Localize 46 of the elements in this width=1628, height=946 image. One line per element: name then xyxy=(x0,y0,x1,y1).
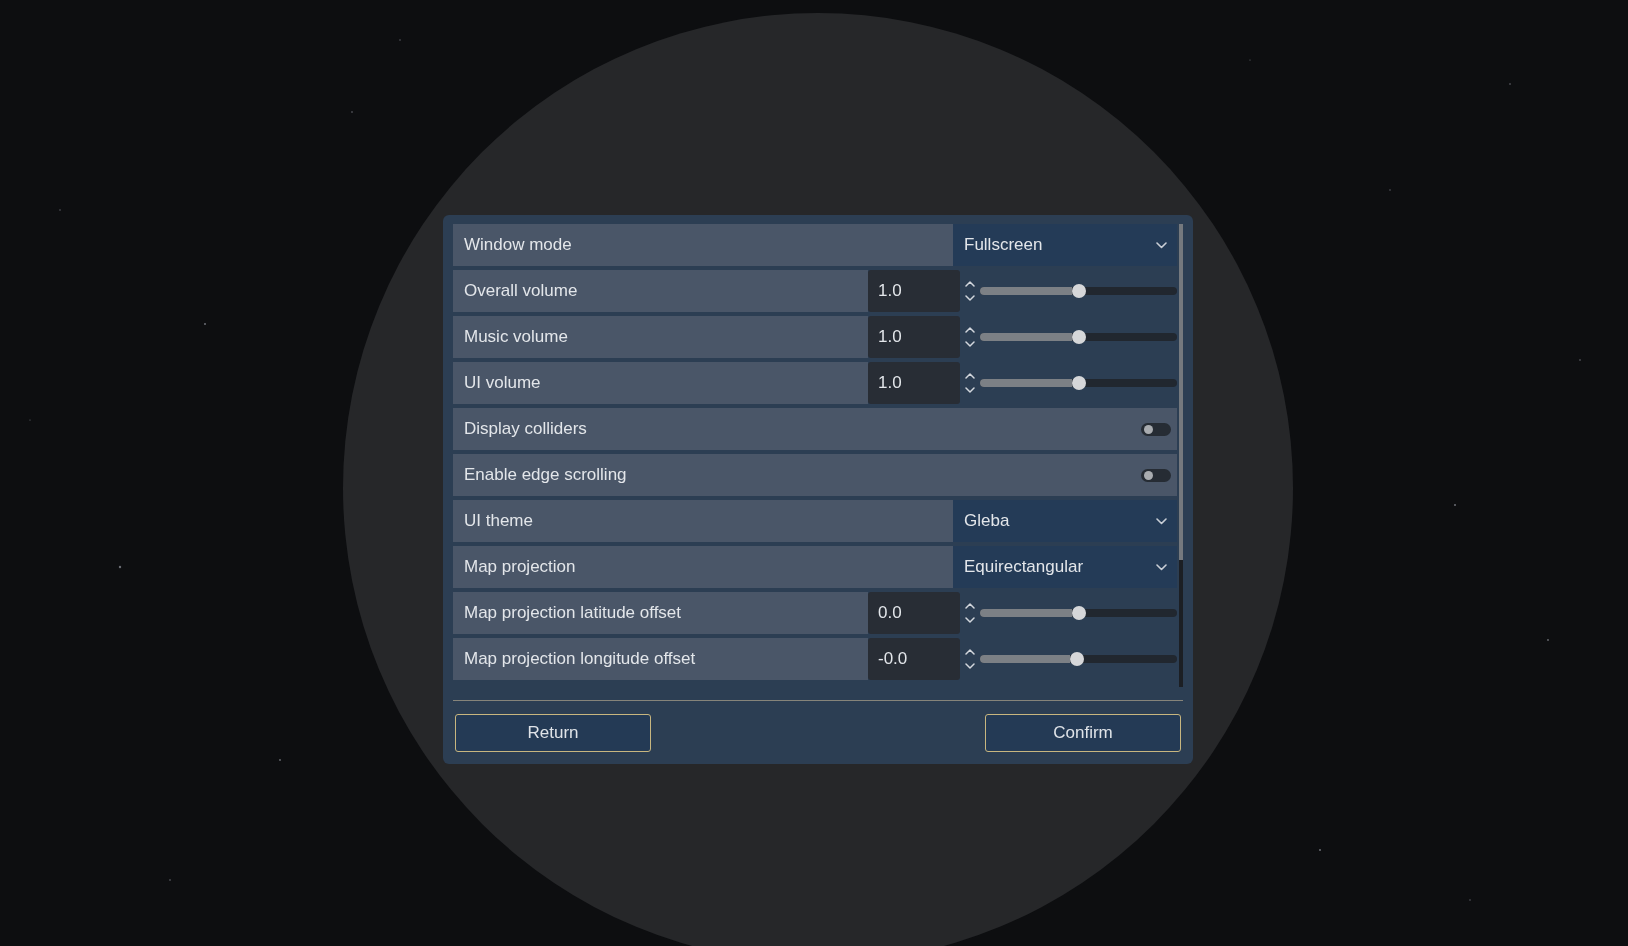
caret-up-icon[interactable] xyxy=(965,649,975,655)
setting-label: UI theme xyxy=(453,500,953,542)
slider-track[interactable] xyxy=(980,379,1177,387)
scrollbar[interactable] xyxy=(1179,224,1183,687)
caret-down-icon[interactable] xyxy=(965,341,975,347)
toggle-switch[interactable] xyxy=(1141,422,1171,436)
slider-thumb[interactable] xyxy=(1071,606,1086,620)
slider-track[interactable] xyxy=(980,655,1177,663)
caret-up-icon[interactable] xyxy=(965,327,975,333)
setting-label: Map projection xyxy=(453,546,953,588)
slider-thumb[interactable] xyxy=(1071,284,1086,298)
chevron-down-icon xyxy=(1156,563,1167,571)
caret-down-icon[interactable] xyxy=(965,663,975,669)
caret-down-icon[interactable] xyxy=(965,617,975,623)
chevron-down-icon xyxy=(1156,517,1167,525)
number-field[interactable]: 1.0 xyxy=(868,316,960,358)
number-field[interactable]: -0.0 xyxy=(868,638,960,680)
chevron-down-icon xyxy=(1156,241,1167,249)
dropdown[interactable]: Gleba xyxy=(953,500,1177,542)
slider-thumb[interactable] xyxy=(1071,330,1086,344)
slider-thumb[interactable] xyxy=(1069,652,1084,666)
caret-up-icon[interactable] xyxy=(965,373,975,379)
caret-down-icon[interactable] xyxy=(965,295,975,301)
confirm-button[interactable]: Confirm xyxy=(985,714,1181,752)
setting-label: Map projection latitude offset xyxy=(453,592,868,634)
setting-label: Map projection longitude offset xyxy=(453,638,868,680)
setting-label: UI volume xyxy=(453,362,868,404)
setting-label: Display colliders xyxy=(464,419,587,439)
caret-up-icon[interactable] xyxy=(965,603,975,609)
return-button[interactable]: Return xyxy=(455,714,651,752)
setting-label: Overall volume xyxy=(453,270,868,312)
slider-track[interactable] xyxy=(980,333,1177,341)
slider-track[interactable] xyxy=(980,287,1177,295)
setting-label: Window mode xyxy=(453,224,953,266)
dropdown[interactable]: Equirectangular xyxy=(953,546,1177,588)
setting-label: Enable edge scrolling xyxy=(464,465,627,485)
dropdown[interactable]: Fullscreen xyxy=(953,224,1177,266)
number-field[interactable]: 1.0 xyxy=(868,270,960,312)
slider-thumb[interactable] xyxy=(1071,376,1086,390)
caret-up-icon[interactable] xyxy=(965,281,975,287)
slider-track[interactable] xyxy=(980,609,1177,617)
number-field[interactable]: 1.0 xyxy=(868,362,960,404)
number-field[interactable]: 0.0 xyxy=(868,592,960,634)
toggle-switch[interactable] xyxy=(1141,468,1171,482)
caret-down-icon[interactable] xyxy=(965,387,975,393)
setting-label: Music volume xyxy=(453,316,868,358)
